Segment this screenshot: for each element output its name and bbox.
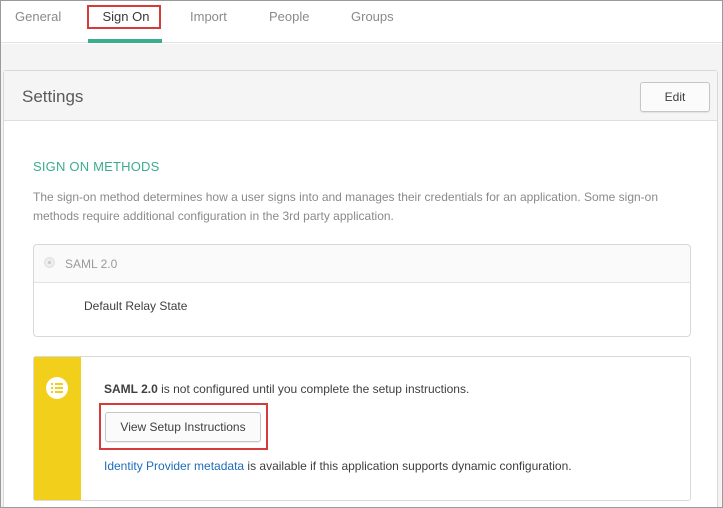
app-window: General Sign On Import People Groups Set… xyxy=(0,0,723,508)
tab-bar: General Sign On Import People Groups xyxy=(1,1,722,43)
metadata-line-text: is available if this application support… xyxy=(244,459,572,473)
saml-method-label: SAML 2.0 xyxy=(65,257,118,271)
settings-header: Settings Edit xyxy=(4,71,717,121)
saml-method-header[interactable]: SAML 2.0 xyxy=(34,245,690,283)
sign-on-methods-heading: SIGN ON METHODS xyxy=(33,159,160,174)
edit-button[interactable]: Edit xyxy=(640,82,710,112)
metadata-line: Identity Provider metadata is available … xyxy=(104,459,572,473)
notice-method-name: SAML 2.0 xyxy=(104,382,158,396)
settings-panel: Settings Edit SIGN ON METHODS The sign-o… xyxy=(3,70,718,507)
tab-general[interactable]: General xyxy=(15,1,61,43)
settings-title: Settings xyxy=(22,87,84,106)
sign-on-methods-description: The sign-on method determines how a user… xyxy=(33,190,659,223)
list-icon xyxy=(46,377,68,399)
notice-stripe xyxy=(34,357,81,500)
default-relay-state-label: Default Relay State xyxy=(84,299,188,313)
active-tab-indicator xyxy=(88,39,162,43)
notice-message: SAML 2.0 is not configured until you com… xyxy=(104,382,469,396)
view-setup-instructions-button[interactable]: View Setup Instructions xyxy=(105,412,261,442)
identity-provider-metadata-link[interactable]: Identity Provider metadata xyxy=(104,459,244,473)
tab-people[interactable]: People xyxy=(269,1,309,43)
setup-notice: SAML 2.0 is not configured until you com… xyxy=(33,356,691,501)
tab-groups[interactable]: Groups xyxy=(351,1,394,43)
notice-message-text: is not configured until you complete the… xyxy=(157,382,470,396)
saml-method-box: SAML 2.0 Default Relay State xyxy=(33,244,691,337)
radio-selected-icon[interactable] xyxy=(44,257,55,268)
tab-import[interactable]: Import xyxy=(190,1,227,43)
sign-on-highlight-box xyxy=(87,5,161,29)
